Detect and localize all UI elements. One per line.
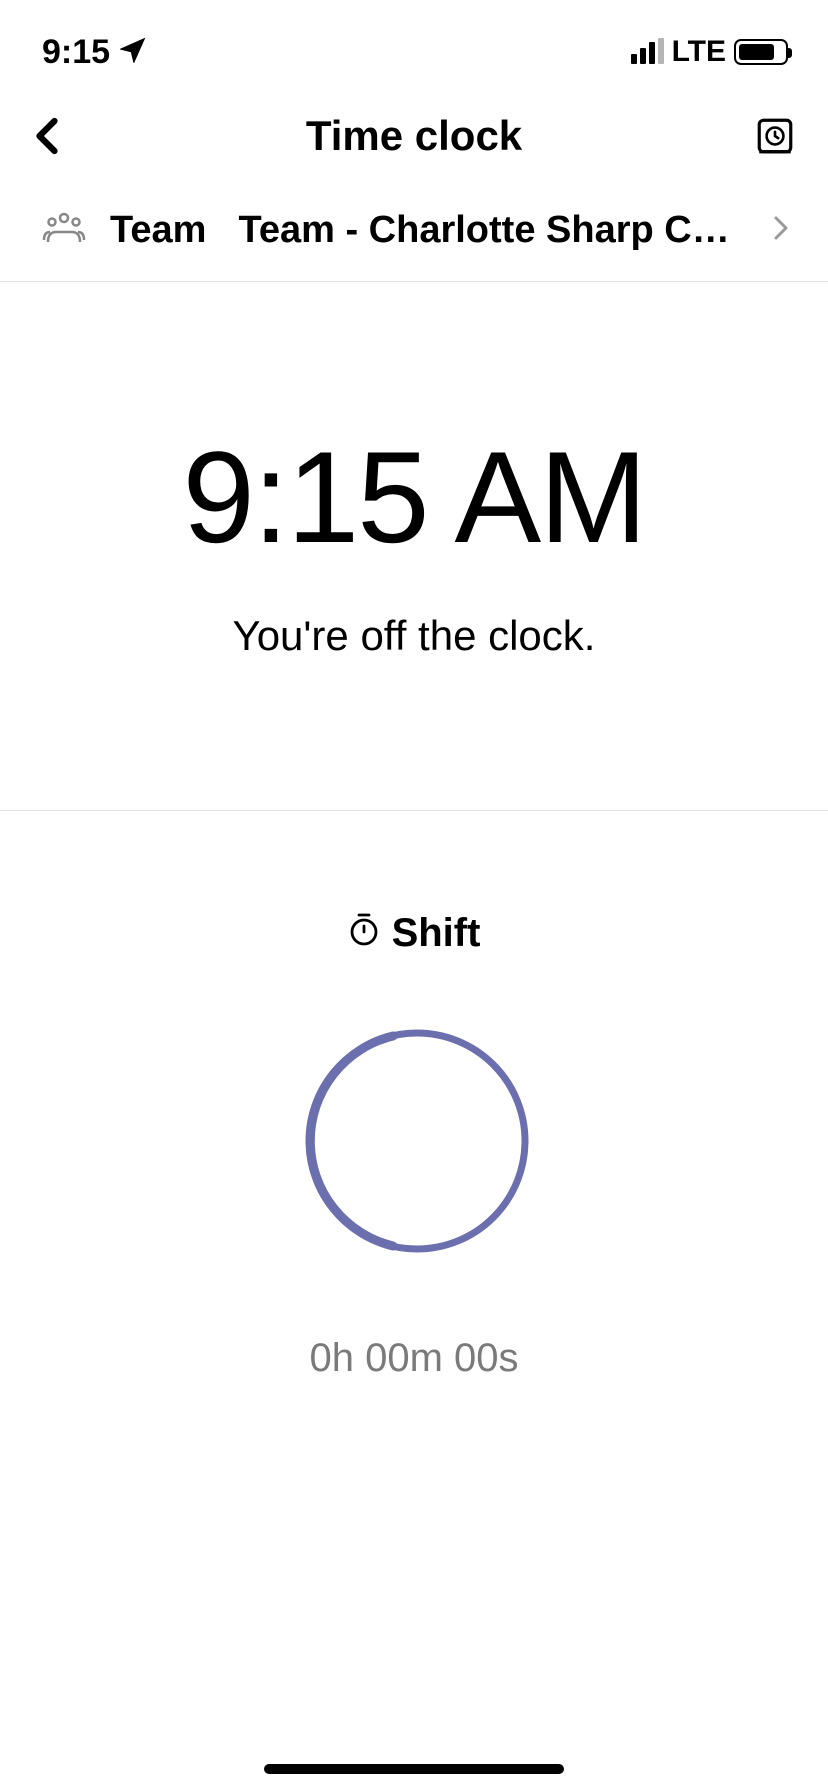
status-time-group: 9:15 (42, 33, 146, 72)
signal-icon (631, 40, 664, 64)
battery-icon (734, 39, 788, 65)
current-time: 9:15 AM (40, 432, 788, 562)
shift-label: Shift (392, 911, 481, 956)
clock-in-button[interactable] (299, 1026, 529, 1256)
page-title: Time clock (80, 112, 748, 160)
status-time: 9:15 (42, 33, 110, 72)
status-bar: 9:15 LTE (0, 0, 828, 88)
shift-section: Shift 0h 00m 00s (0, 811, 828, 1421)
page-header: Time clock (0, 88, 828, 188)
clock-status-message: You're off the clock. (40, 612, 788, 660)
shift-duration: 0h 00m 00s (40, 1336, 788, 1381)
clock-circle-icon (299, 1026, 529, 1256)
location-icon (120, 33, 146, 72)
back-button[interactable] (32, 116, 80, 156)
time-display-section: 9:15 AM You're off the clock. (0, 282, 828, 811)
team-name: Team - Charlotte Sharp Children... (238, 209, 748, 252)
timesheet-icon (754, 115, 796, 157)
team-selector[interactable]: Team Team - Charlotte Sharp Children... (0, 188, 828, 282)
home-indicator[interactable] (264, 1764, 564, 1774)
shift-header: Shift (40, 911, 788, 956)
chevron-left-icon (32, 116, 62, 156)
team-label: Team (110, 209, 206, 252)
chevron-right-icon (772, 214, 790, 247)
network-label: LTE (672, 35, 726, 69)
stopwatch-icon (348, 911, 380, 956)
team-icon (42, 208, 86, 253)
timesheet-button[interactable] (748, 115, 796, 157)
status-right-group: LTE (631, 35, 788, 69)
